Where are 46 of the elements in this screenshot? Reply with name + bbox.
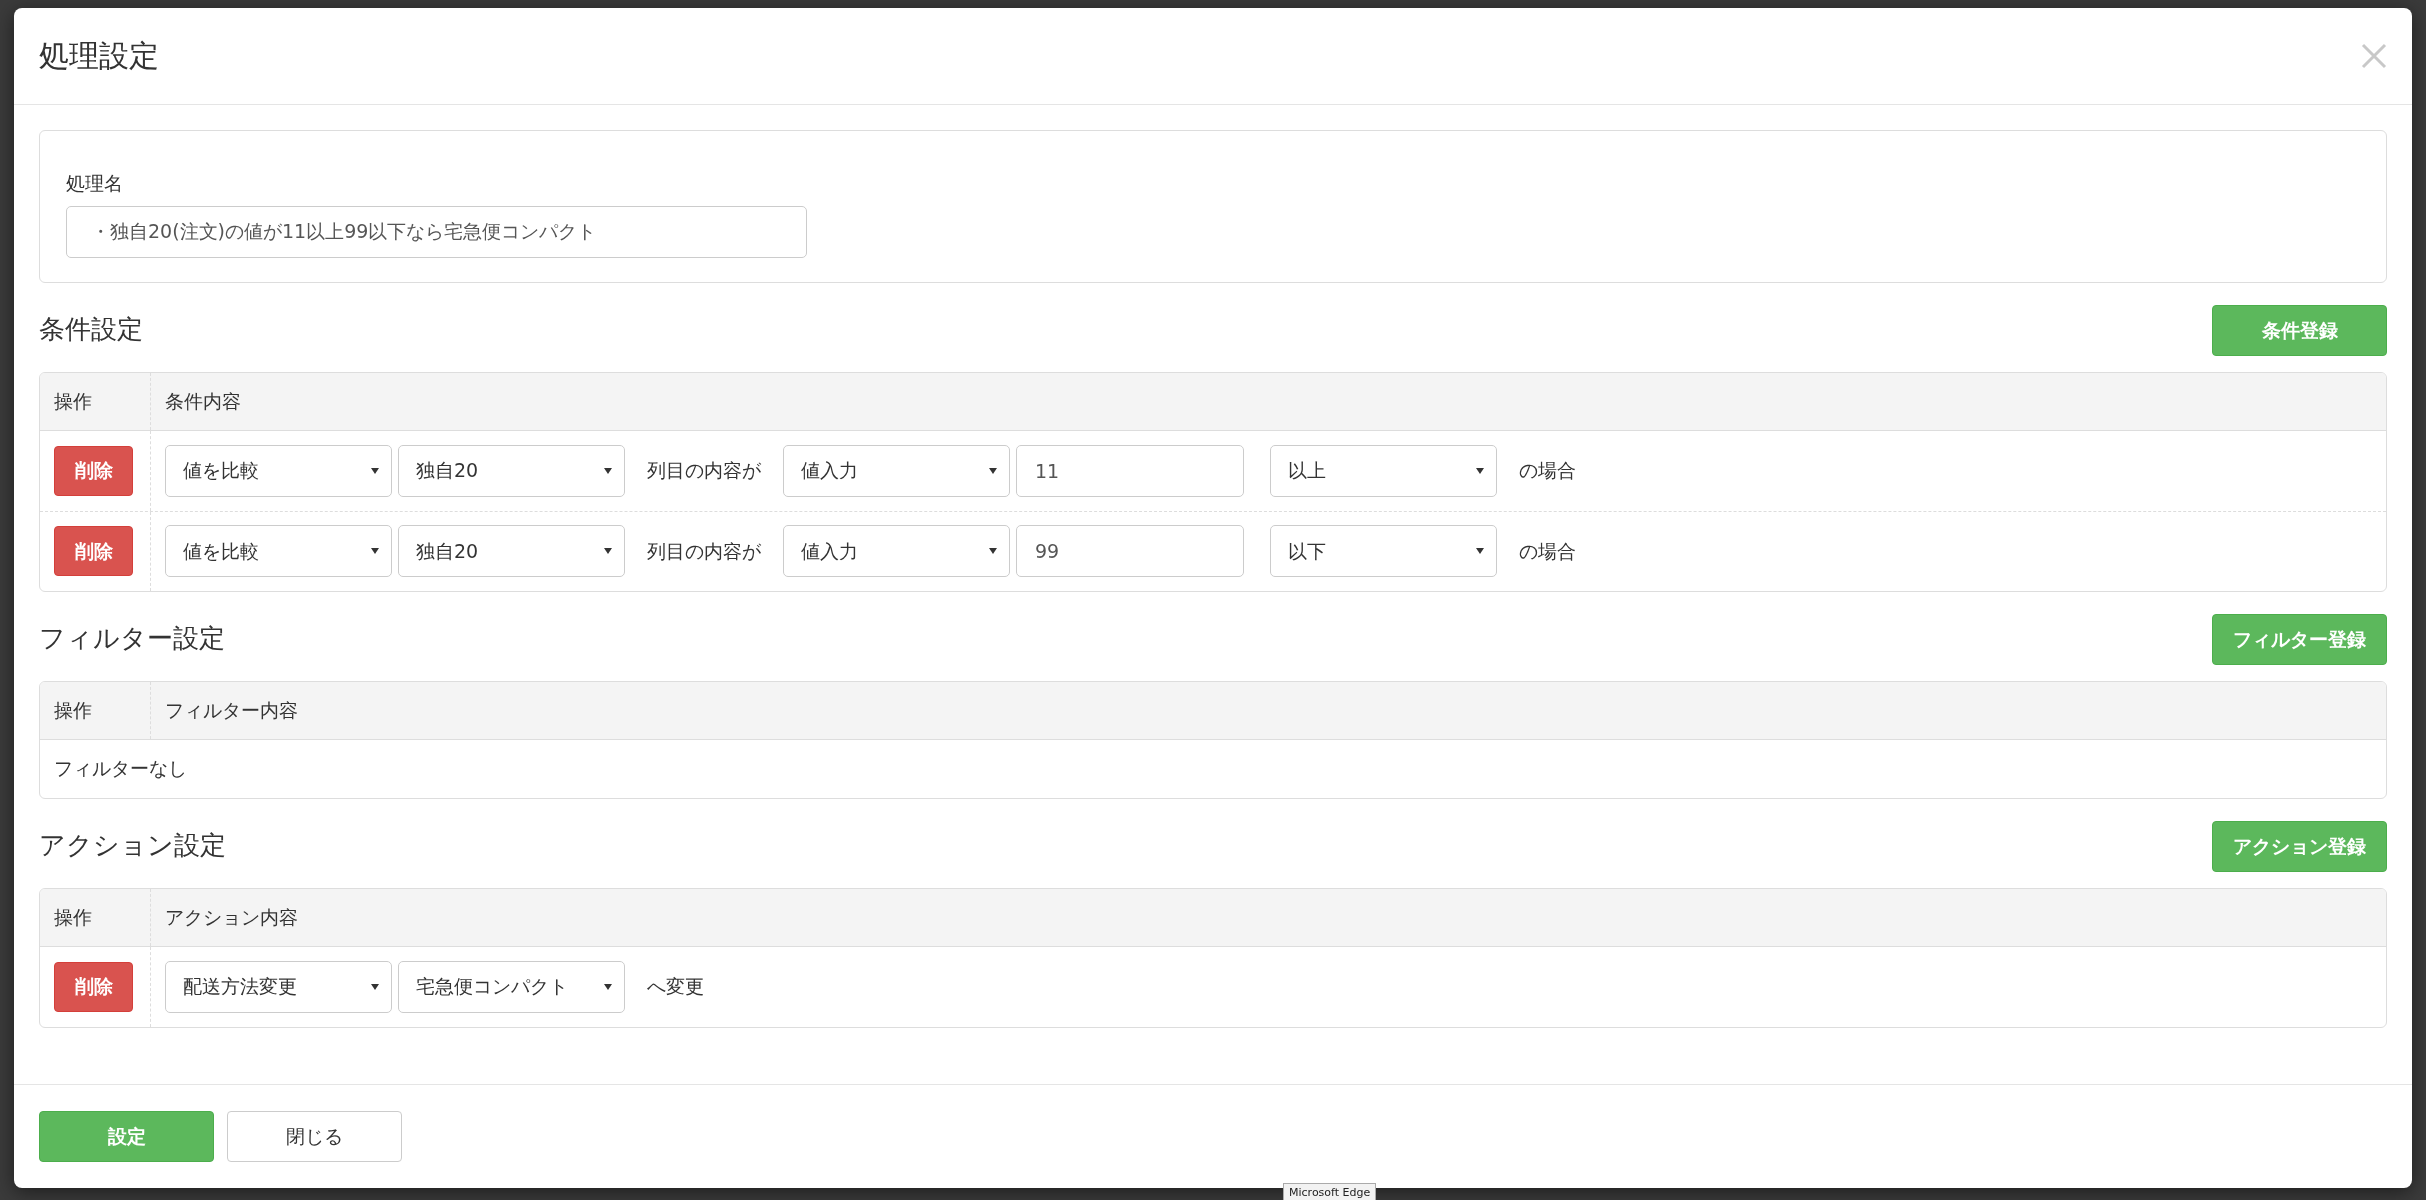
caret-icon: [371, 548, 379, 554]
name-input-field[interactable]: ・独自20(注文)の値が11以上99以下なら宅急便コンパクト: [66, 205, 807, 258]
dropdown[interactable]: 値入力: [783, 525, 1010, 577]
column-header: アクション内容: [164, 904, 298, 930]
dropdown[interactable]: 値入力: [783, 444, 1010, 497]
dropdown[interactable]: 配送方法変更: [165, 960, 392, 1013]
dropdown[interactable]: 以下: [1270, 525, 1497, 577]
empty-message: フィルターなし: [53, 756, 188, 782]
condition-text: 列目の内容が: [646, 458, 762, 484]
caret-icon: [604, 548, 612, 554]
caret-icon: [604, 983, 612, 990]
column-header: 条件内容: [164, 388, 241, 414]
dropdown[interactable]: 以上: [1270, 444, 1497, 497]
caret-icon: [989, 467, 997, 474]
column-header: フィルター内容: [164, 697, 298, 723]
section-title: 条件設定: [39, 314, 143, 346]
tooltip: Microsoft Edge: [1283, 1183, 1377, 1200]
close-icon[interactable]: [2361, 43, 2387, 69]
value-input-field[interactable]: 11: [1016, 444, 1244, 497]
section-title: アクション設定: [39, 830, 226, 862]
column-header: 操作: [40, 681, 151, 739]
condition-text: の場合: [1518, 458, 1577, 484]
condition-text: へ変更: [646, 974, 705, 1000]
column-header: 操作: [40, 888, 151, 946]
close-button[interactable]: 閉じる: [227, 1111, 402, 1162]
value-input-field[interactable]: 99: [1016, 525, 1244, 577]
delete-button[interactable]: 削除: [54, 526, 133, 576]
caret-icon: [604, 467, 612, 474]
dropdown[interactable]: 値を比較: [165, 525, 392, 577]
field-label: 処理名: [66, 171, 124, 196]
caret-icon: [371, 467, 379, 474]
dropdown[interactable]: 宅急便コンパクト: [398, 960, 625, 1013]
condition-text: 列目の内容が: [646, 538, 762, 564]
delete-button[interactable]: 削除: [54, 961, 133, 1012]
dropdown[interactable]: 独自20: [398, 444, 625, 497]
dialog-title: 処理設定: [39, 38, 159, 74]
caret-icon: [371, 983, 379, 990]
caret-icon: [1476, 548, 1484, 554]
section-title: フィルター設定: [39, 623, 225, 655]
caret-icon: [1476, 467, 1484, 474]
dropdown[interactable]: 値を比較: [165, 444, 392, 497]
column-header: 操作: [40, 372, 151, 430]
dropdown[interactable]: 独自20: [398, 525, 625, 577]
delete-button[interactable]: 削除: [54, 445, 133, 496]
caret-icon: [989, 548, 997, 554]
condition-text: の場合: [1518, 538, 1577, 564]
